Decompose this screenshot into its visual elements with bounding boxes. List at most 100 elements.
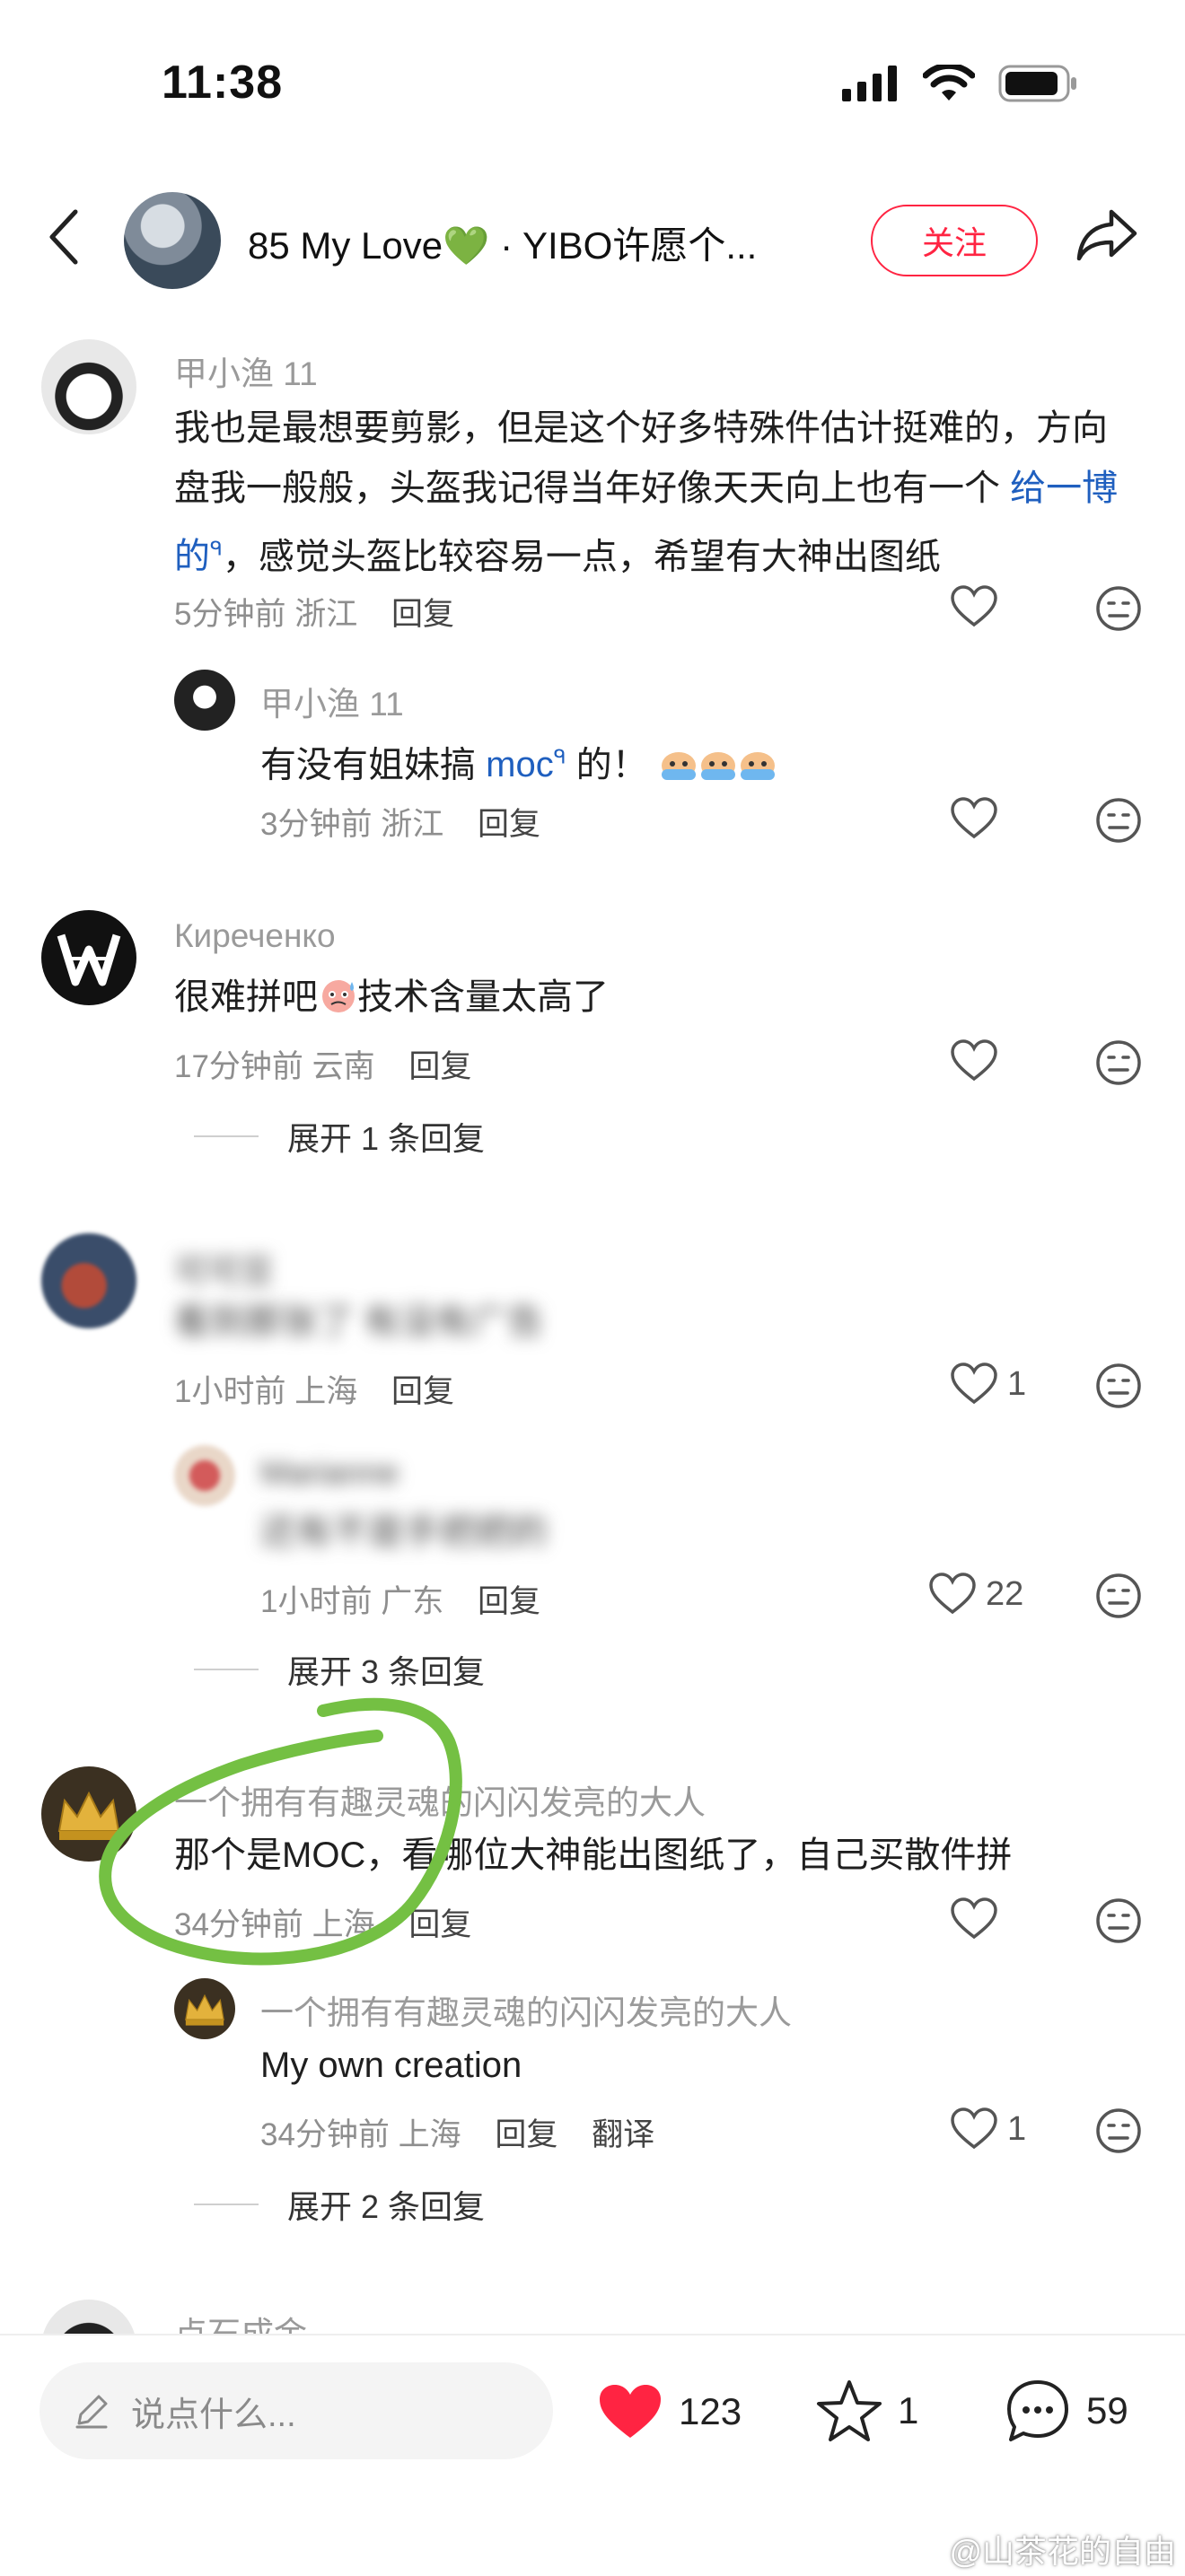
- like-button[interactable]: [950, 797, 998, 840]
- collect-button[interactable]: 1: [815, 2379, 918, 2443]
- expand-replies-button[interactable]: 展开 2 条回复: [194, 2181, 485, 2228]
- commenter-avatar[interactable]: [174, 1445, 235, 1506]
- sweat-emoji-icon: [322, 980, 355, 1012]
- commenter-avatar[interactable]: [174, 670, 235, 731]
- commenter-name[interactable]: 甲小渔 11: [174, 346, 318, 395]
- comment-location: 云南: [312, 1049, 375, 1084]
- dislike-button[interactable]: [1095, 585, 1142, 632]
- commenter-avatar[interactable]: [41, 1233, 136, 1328]
- comment-meta: 34分钟前 上海 回复 翻译: [260, 2109, 654, 2155]
- dislike-button[interactable]: [1095, 797, 1142, 844]
- author-avatar[interactable]: [124, 192, 221, 289]
- author-title[interactable]: 85 My Love💚 · YIBO许愿个...: [248, 215, 757, 270]
- comment-text-part: ，感觉头盔比较容易一点，希望有大神出图纸: [222, 537, 941, 577]
- dislike-button[interactable]: [1095, 1362, 1142, 1409]
- reply-button[interactable]: 回复: [391, 1374, 454, 1409]
- comment-text: 很难拼吧 技术含量太高了: [174, 968, 609, 1028]
- status-time: 11:38: [162, 57, 284, 109]
- divider: [194, 2204, 259, 2205]
- heart-outline-icon: [951, 1039, 997, 1082]
- comment-text-part: 我也是最想要剪影，但是这个好多特殊件估计挺难的，方向盘我一般般，头盔我记得当年好…: [174, 408, 1108, 508]
- comment-time: 17分钟前: [174, 1049, 303, 1084]
- translate-button[interactable]: 翻译: [592, 2117, 654, 2152]
- dislike-button[interactable]: [1095, 1897, 1142, 1944]
- like-post-button[interactable]: 123: [596, 2382, 742, 2441]
- comment-text: 那个是MOC，看哪位大神能出图纸了，自己买散件拼: [174, 1836, 1013, 1875]
- heart-outline-icon: [951, 2107, 997, 2150]
- like-button[interactable]: [950, 585, 998, 628]
- comment-time: 5分钟前: [174, 597, 286, 632]
- comment-location: 广东: [381, 1584, 444, 1619]
- comment-time: 3分钟前: [260, 807, 373, 842]
- comment-time: 1小时前: [260, 1584, 373, 1619]
- like-button[interactable]: 22: [928, 1573, 1023, 1616]
- follow-button[interactable]: 关注: [871, 205, 1038, 276]
- heart-outline-icon: [929, 1573, 976, 1615]
- expand-replies-label: 展开 1 条回复: [287, 1120, 486, 1157]
- crown-icon: [57, 1791, 120, 1840]
- comment-text: 我也是最想要剪影，但是这个好多特殊件估计挺难的，方向盘我一般般，头盔我记得当年好…: [174, 399, 1126, 587]
- reply-button[interactable]: 回复: [495, 2117, 557, 2152]
- topic-link[interactable]: mocᑫ: [486, 745, 566, 784]
- comment-time: 1小时前: [174, 1374, 286, 1409]
- wifi-icon: [923, 65, 975, 101]
- comment-input[interactable]: 说点什么...: [40, 2362, 553, 2459]
- expand-replies-button[interactable]: 展开 1 条回复: [194, 1113, 485, 1160]
- comment-location: 上海: [398, 2117, 461, 2152]
- reply-button[interactable]: 回复: [478, 1584, 540, 1619]
- meh-face-icon: [1096, 798, 1141, 843]
- heart-outline-icon: [951, 797, 997, 839]
- meh-face-icon: [1096, 586, 1141, 631]
- dislike-button[interactable]: [1095, 1573, 1142, 1619]
- expand-replies-button[interactable]: 展开 3 条回复: [194, 1646, 485, 1693]
- like-button[interactable]: [950, 1039, 998, 1082]
- like-count: 1: [1007, 2109, 1027, 2148]
- alan-walker-logo-icon: [57, 933, 121, 986]
- meh-face-icon: [1096, 1363, 1141, 1408]
- collect-count: 1: [898, 2389, 919, 2431]
- reply-button[interactable]: 回复: [391, 597, 454, 632]
- like-button[interactable]: 1: [950, 2107, 1026, 2151]
- back-icon[interactable]: [47, 208, 83, 266]
- commenter-name[interactable]: Киреченко: [174, 917, 336, 955]
- status-icons: [842, 65, 1079, 102]
- comments-button[interactable]: 59: [1004, 2377, 1128, 2445]
- share-icon[interactable]: [1075, 208, 1138, 262]
- comment-location: 上海: [312, 1907, 375, 1942]
- reply-button[interactable]: 回复: [408, 1907, 471, 1942]
- dislike-button[interactable]: [1095, 2107, 1142, 2154]
- watermark: @山茶花的自由: [949, 2533, 1176, 2570]
- crying-emoji-icon: [661, 752, 696, 781]
- commenter-name[interactable]: 一个拥有有趣灵魂的闪闪发亮的大人: [174, 1775, 706, 1824]
- signal-icon: [842, 66, 897, 101]
- heart-filled-icon: [600, 2385, 661, 2438]
- crying-emoji-icon: [700, 752, 735, 781]
- like-button[interactable]: [950, 1897, 998, 1941]
- like-count: 22: [986, 1574, 1024, 1613]
- comment-location: 上海: [294, 1374, 358, 1409]
- commenter-name[interactable]: 甲小渔 11: [260, 677, 404, 725]
- heart-outline-icon: [951, 1362, 997, 1405]
- comment-input-placeholder: 说点什么...: [131, 2396, 296, 2434]
- comment-time: 34分钟前: [260, 2117, 390, 2152]
- meh-face-icon: [1096, 2108, 1141, 2153]
- like-button[interactable]: 1: [950, 1362, 1026, 1406]
- commenter-avatar[interactable]: [174, 1978, 235, 2039]
- comment-bubble-icon: [1007, 2380, 1068, 2441]
- meh-face-icon: [1096, 1573, 1141, 1618]
- reply-button[interactable]: 回复: [408, 1049, 471, 1084]
- commenter-avatar[interactable]: [41, 339, 136, 434]
- reply-button[interactable]: 回复: [478, 807, 540, 842]
- comment-meta: 3分钟前 浙江 回复: [260, 799, 540, 845]
- crown-icon: [185, 1993, 224, 2026]
- dislike-button[interactable]: [1095, 1039, 1142, 1086]
- commenter-name[interactable]: 可可豆: [174, 1244, 274, 1292]
- commenter-name[interactable]: 一个拥有有趣灵魂的闪闪发亮的大人: [260, 1985, 792, 2034]
- comment-time: 34分钟前: [174, 1907, 303, 1942]
- comment-location: 浙江: [381, 807, 444, 842]
- commenter-name[interactable]: Marianne: [260, 1454, 399, 1492]
- commenter-avatar[interactable]: [41, 910, 136, 1005]
- commenter-avatar[interactable]: [41, 1766, 136, 1862]
- comment-meta: 1小时前 上海 回复: [174, 1366, 454, 1412]
- heart-outline-icon: [951, 1897, 997, 1940]
